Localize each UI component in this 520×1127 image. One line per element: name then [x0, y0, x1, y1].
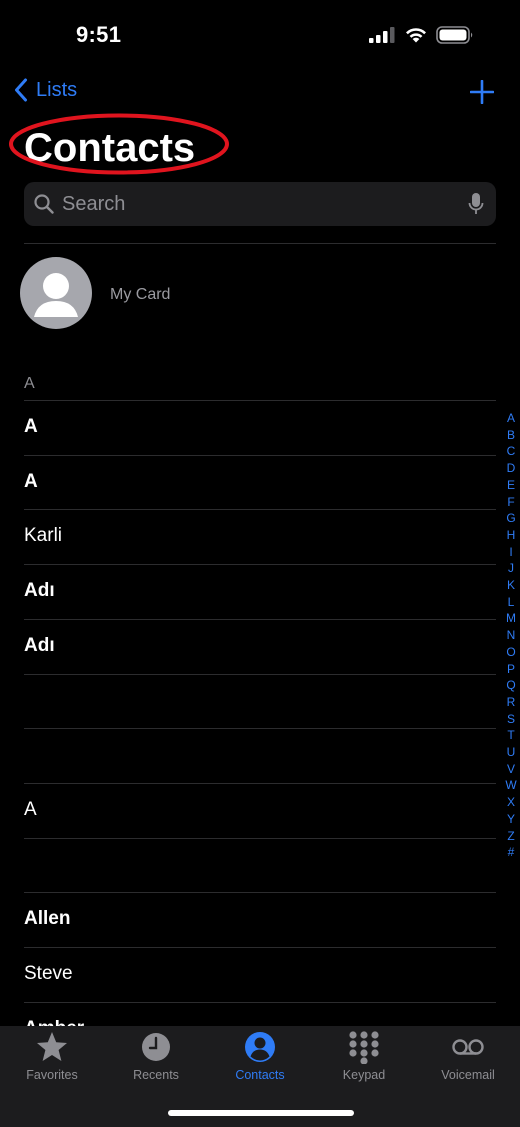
- search-input[interactable]: Search: [62, 193, 125, 216]
- tab-voicemail[interactable]: Voicemail: [416, 1030, 520, 1082]
- contact-row[interactable]: A: [24, 455, 496, 509]
- index-letter[interactable]: Y: [507, 811, 515, 828]
- contact-row[interactable]: Steve: [24, 947, 496, 1001]
- index-letter[interactable]: E: [507, 477, 515, 494]
- index-letter[interactable]: H: [507, 527, 516, 544]
- avatar[interactable]: [20, 257, 92, 329]
- search-icon: [34, 194, 54, 214]
- battery-icon: [436, 26, 473, 44]
- home-indicator[interactable]: [168, 1110, 354, 1116]
- index-letter[interactable]: W: [505, 777, 516, 794]
- index-letter[interactable]: #: [508, 844, 515, 861]
- index-letter[interactable]: N: [507, 627, 516, 644]
- tab-label: Voicemail: [441, 1068, 495, 1082]
- index-letter[interactable]: Z: [507, 828, 514, 845]
- index-letter[interactable]: R: [507, 694, 516, 711]
- divider: [24, 243, 496, 244]
- cellular-signal-icon: [369, 27, 395, 43]
- contact-row[interactable]: [24, 674, 496, 728]
- add-contact-button[interactable]: [470, 80, 494, 104]
- contact-name: Steve: [24, 963, 73, 984]
- index-letter[interactable]: T: [507, 727, 514, 744]
- index-letter[interactable]: K: [507, 577, 515, 594]
- index-letter[interactable]: B: [507, 427, 515, 444]
- index-letter[interactable]: F: [507, 494, 514, 511]
- contact-row[interactable]: [24, 838, 496, 892]
- tab-label: Favorites: [26, 1068, 78, 1082]
- index-letter[interactable]: L: [508, 594, 515, 611]
- index-letter[interactable]: S: [507, 711, 515, 728]
- index-letter[interactable]: A: [507, 410, 515, 427]
- back-button-label: Lists: [36, 78, 78, 101]
- contact-name: Adı: [24, 634, 55, 656]
- chevron-left-icon: [15, 78, 27, 102]
- contact-row[interactable]: A: [24, 400, 496, 454]
- tab-label: Contacts: [235, 1068, 285, 1082]
- index-letter[interactable]: X: [507, 794, 515, 811]
- section-header: A: [24, 375, 35, 392]
- back-button[interactable]: Lists: [14, 78, 77, 102]
- search-bar[interactable]: Search: [24, 182, 496, 226]
- my-card-label[interactable]: My Card: [110, 286, 170, 304]
- tab-label: Recents: [133, 1068, 179, 1082]
- person-icon: [34, 273, 78, 317]
- wifi-icon: [406, 28, 426, 43]
- index-letter[interactable]: G: [506, 510, 515, 527]
- contact-row[interactable]: A: [24, 783, 496, 837]
- contact-row[interactable]: [24, 728, 496, 782]
- index-letter[interactable]: U: [507, 744, 516, 761]
- index-letter[interactable]: J: [508, 560, 514, 577]
- star-icon: [37, 1032, 67, 1061]
- alphabet-index[interactable]: A B C D E F G H I J K L M N O P Q R S T U V W X Y Z #: [502, 410, 520, 861]
- contact-name: Adı: [24, 580, 55, 602]
- voicemail-icon: [452, 1039, 484, 1055]
- index-letter[interactable]: Q: [506, 677, 515, 694]
- tab-label: Keypad: [342, 1068, 386, 1082]
- clock-icon: [142, 1033, 170, 1061]
- contact-row[interactable]: Adı: [24, 619, 496, 673]
- contact-name: A: [24, 470, 38, 492]
- contact-row[interactable]: Allen: [24, 892, 496, 946]
- contact-name: A: [24, 798, 37, 820]
- index-letter[interactable]: I: [509, 544, 512, 561]
- tab-contacts[interactable]: Contacts: [208, 1030, 312, 1082]
- index-letter[interactable]: M: [506, 610, 516, 627]
- person-circle-icon: [245, 1032, 275, 1062]
- annotation-oval: [9, 113, 229, 175]
- tab-favorites[interactable]: Favorites: [0, 1030, 104, 1082]
- contact-name: Karli: [24, 525, 63, 547]
- index-letter[interactable]: C: [507, 443, 516, 460]
- contact-row[interactable]: Adı: [24, 564, 496, 618]
- index-letter[interactable]: O: [506, 644, 515, 661]
- keypad-icon: [349, 1031, 379, 1064]
- contact-name: A: [24, 416, 38, 437]
- status-time: 9:51: [76, 22, 122, 47]
- tab-recents[interactable]: Recents: [104, 1030, 208, 1082]
- contact-name: Allen: [24, 908, 71, 930]
- index-letter[interactable]: V: [507, 761, 515, 778]
- microphone-icon[interactable]: [468, 192, 484, 216]
- index-letter[interactable]: P: [507, 661, 515, 678]
- contact-row[interactable]: Karli: [24, 509, 496, 563]
- tab-keypad[interactable]: Keypad: [312, 1030, 416, 1082]
- index-letter[interactable]: D: [507, 460, 516, 477]
